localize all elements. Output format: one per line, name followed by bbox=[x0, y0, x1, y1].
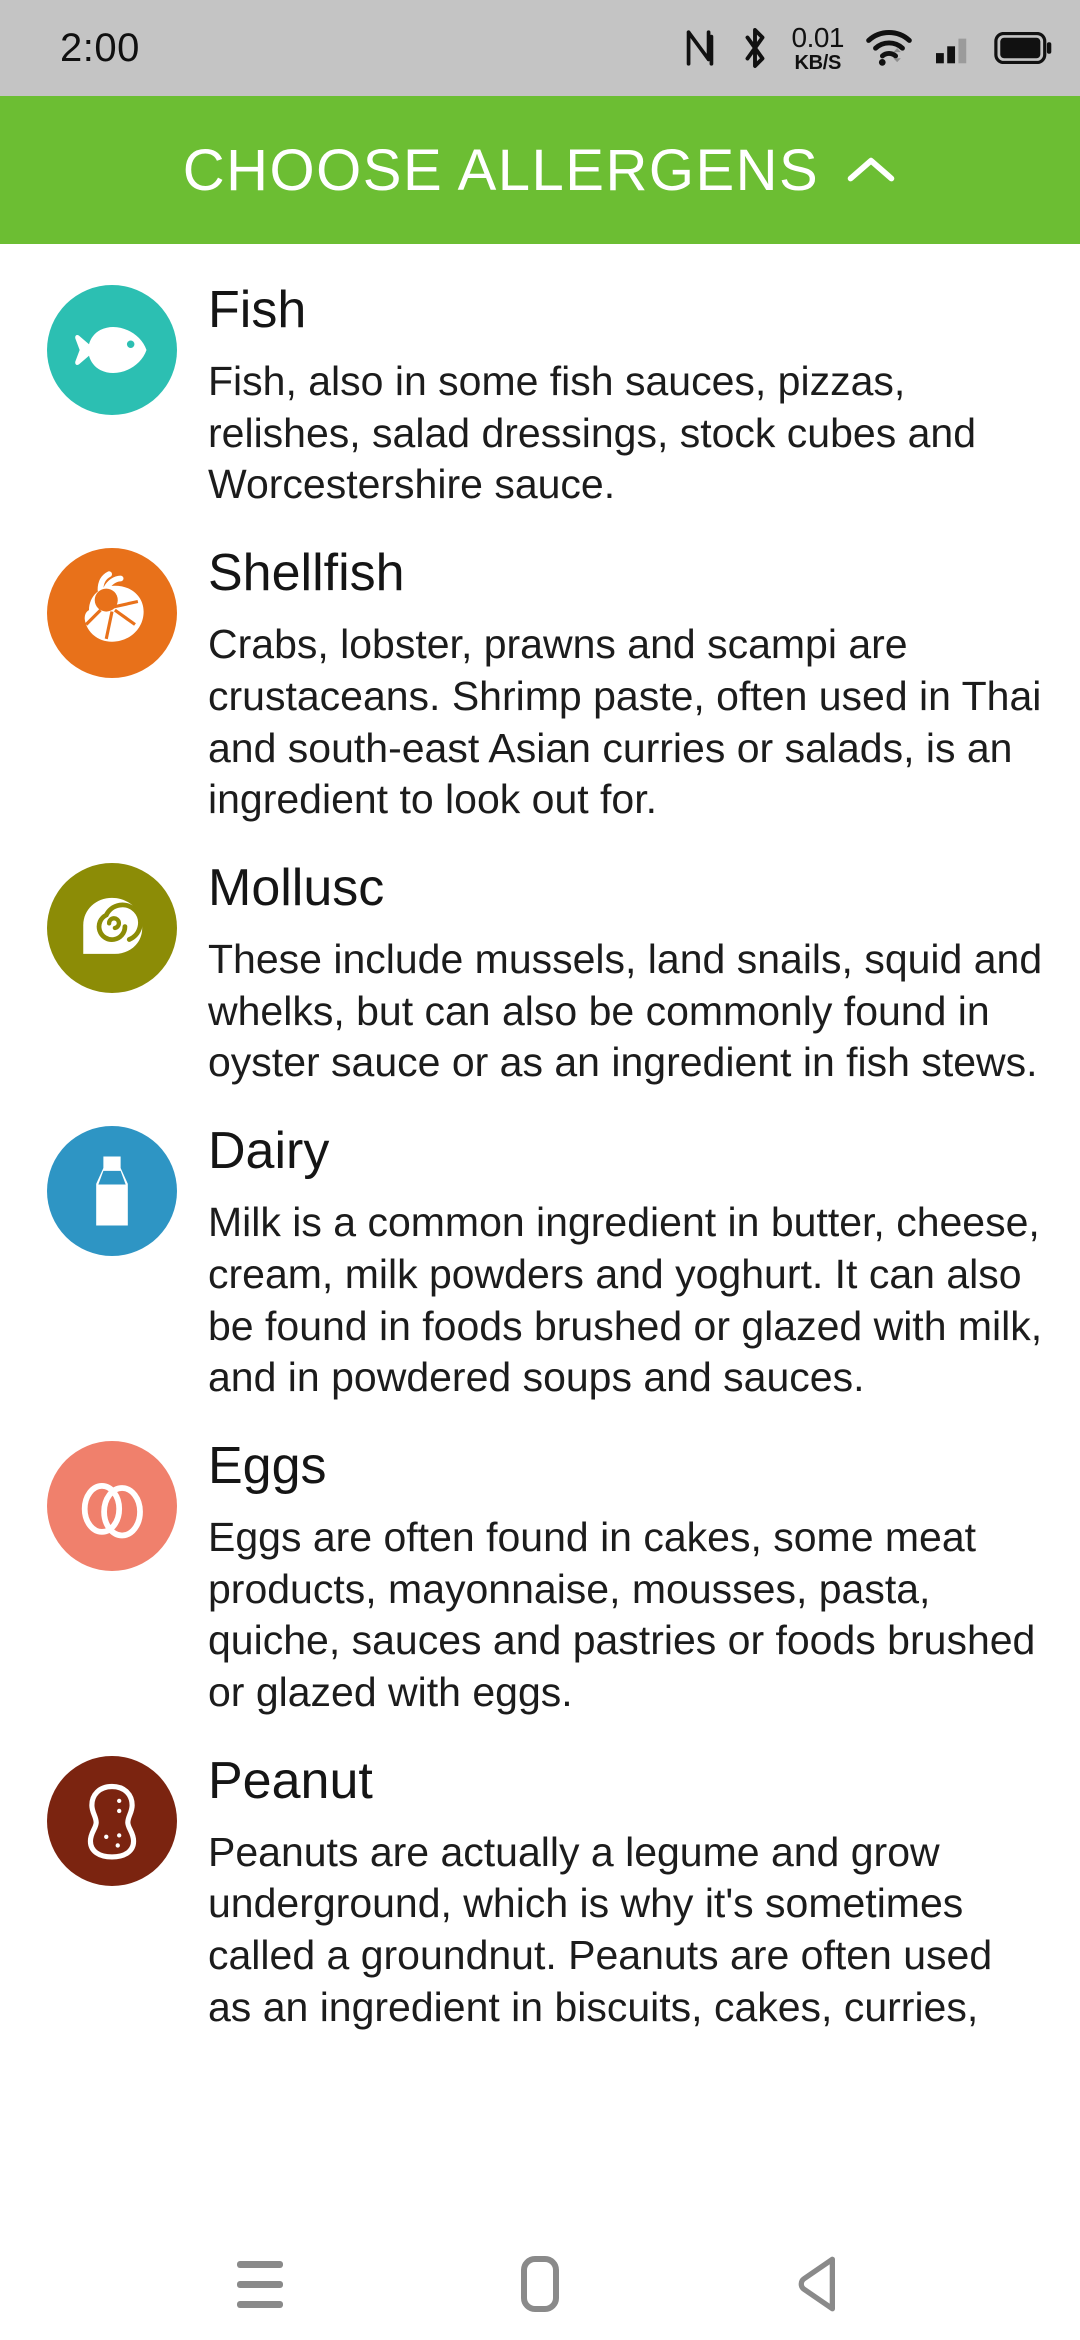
nfc-icon bbox=[682, 28, 718, 68]
allergen-description: These include mussels, land snails, squi… bbox=[208, 936, 1043, 1086]
allergen-body: Mollusc These include mussels, land snai… bbox=[208, 856, 1046, 1089]
list-item[interactable]: Peanut Peanuts are actually a legume and… bbox=[0, 1749, 1080, 2034]
allergen-name: Dairy bbox=[208, 1122, 330, 1181]
page-title: CHOOSE ALLERGENS bbox=[182, 137, 820, 203]
allergen-name: Fish bbox=[208, 281, 307, 339]
allergen-description: Peanuts are actually a legume and grow u… bbox=[208, 1828, 993, 2030]
list-item[interactable]: Shellfish Crabs, lobster, prawns and sca… bbox=[0, 541, 1080, 826]
list-item[interactable]: Dairy Milk is a common ingredient in but… bbox=[0, 1119, 1080, 1404]
list-item[interactable]: Fish Fish, also in some fish sauces, piz… bbox=[0, 278, 1080, 511]
cellular-signal-icon bbox=[934, 31, 972, 65]
allergen-name: Eggs bbox=[208, 1436, 327, 1495]
allergen-body: Peanut Peanuts are actually a legume and… bbox=[208, 1749, 1046, 2034]
allergen-list[interactable]: Fish Fish, also in some fish sauces, piz… bbox=[0, 244, 1080, 2228]
bluetooth-icon bbox=[740, 27, 770, 69]
allergen-name: Shellfish bbox=[208, 544, 405, 603]
allergen-icon-wrap bbox=[40, 1434, 184, 1578]
allergen-description: Crabs, lobster, prawns and scampi are cr… bbox=[208, 621, 1042, 823]
network-speed-value: 0.01 bbox=[791, 21, 845, 53]
home-icon[interactable] bbox=[470, 2239, 610, 2329]
list-item[interactable]: Eggs Eggs are often found in cakes, some… bbox=[0, 1434, 1080, 1719]
peanut-icon bbox=[47, 1755, 177, 1886]
allergen-icon-wrap bbox=[40, 541, 184, 685]
allergen-body: Dairy Milk is a common ingredient in but… bbox=[208, 1119, 1046, 1404]
allergen-description: Milk is a common ingredient in butter, c… bbox=[208, 1199, 1043, 1401]
battery-icon bbox=[994, 32, 1052, 64]
allergen-description: Eggs are often found in cakes, some meat… bbox=[208, 1513, 1036, 1715]
wifi-icon bbox=[866, 29, 912, 67]
allergen-body: Fish Fish, also in some fish sauces, piz… bbox=[208, 278, 1046, 511]
status-bar: 2:00 0.01 KB/S bbox=[0, 0, 1080, 96]
fish-icon bbox=[47, 285, 177, 415]
allergen-icon-wrap bbox=[40, 856, 184, 1000]
back-icon[interactable] bbox=[750, 2239, 890, 2329]
recent-apps-icon[interactable] bbox=[190, 2239, 330, 2329]
network-speed-indicator: 0.01 KB/S bbox=[791, 21, 845, 74]
allergen-icon-wrap bbox=[40, 1749, 184, 1893]
eggs-icon bbox=[47, 1440, 177, 1571]
network-speed-unit: KB/S bbox=[794, 51, 842, 74]
app-screen: 2:00 0.01 KB/S CHOOSE ALLERGENS Fish Fis… bbox=[0, 0, 1080, 2340]
chevron-up-icon[interactable] bbox=[845, 153, 897, 187]
android-navigation-bar bbox=[0, 2228, 1080, 2340]
status-icons: 0.01 KB/S bbox=[682, 21, 1053, 74]
home-square bbox=[521, 2256, 559, 2312]
recent-apps-lines bbox=[237, 2260, 283, 2308]
list-item[interactable]: Mollusc These include mussels, land snai… bbox=[0, 856, 1080, 1089]
milk-bottle-icon bbox=[47, 1126, 177, 1257]
snail-shell-icon bbox=[47, 862, 177, 993]
allergen-name: Mollusc bbox=[208, 858, 385, 917]
choose-allergens-header[interactable]: CHOOSE ALLERGENS bbox=[0, 96, 1080, 244]
allergen-icon-wrap bbox=[40, 1119, 184, 1263]
allergen-icon-wrap bbox=[40, 278, 184, 422]
allergen-body: Eggs Eggs are often found in cakes, some… bbox=[208, 1434, 1046, 1719]
shrimp-icon bbox=[47, 548, 177, 679]
status-clock: 2:00 bbox=[60, 25, 140, 70]
allergen-body: Shellfish Crabs, lobster, prawns and sca… bbox=[208, 541, 1046, 826]
allergen-name: Peanut bbox=[208, 1751, 373, 1810]
allergen-description: Fish, also in some fish sauces, pizzas, … bbox=[208, 358, 977, 508]
